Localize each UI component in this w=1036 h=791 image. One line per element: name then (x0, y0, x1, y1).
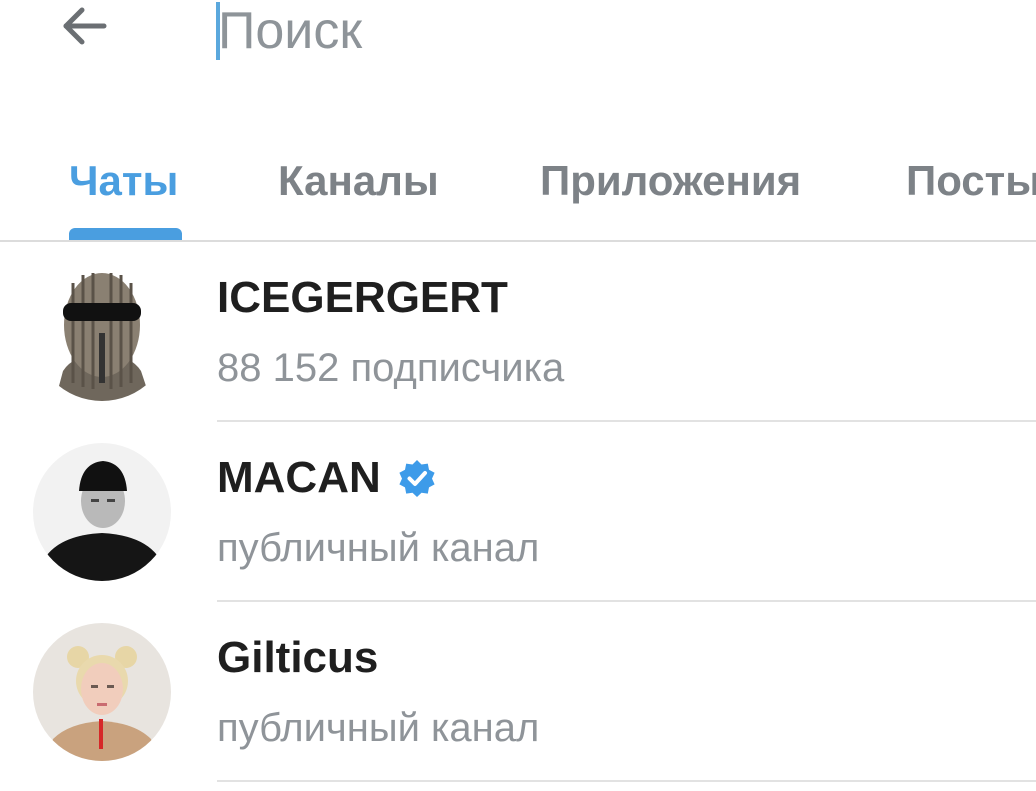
item-title-text: Gilticus (217, 633, 379, 682)
active-tab-indicator (69, 228, 182, 240)
item-title: Gilticus (217, 632, 378, 684)
tab-posts[interactable]: Посты (906, 150, 1036, 212)
search-results-list: ICEGERGERT 88 152 подписчика MACAN публи… (0, 242, 1036, 782)
text-caret (216, 2, 220, 60)
avatar (33, 623, 171, 761)
search-screen: Чаты Каналы Приложения Посты (0, 0, 1036, 791)
search-input[interactable] (216, 0, 996, 62)
item-subtitle: 88 152 подписчика (217, 346, 565, 390)
tab-chats[interactable]: Чаты (69, 150, 178, 212)
list-item[interactable]: Gilticus публичный канал (0, 602, 1036, 782)
item-subtitle: публичный канал (217, 526, 540, 570)
item-title-text: MACAN (217, 453, 381, 502)
avatar-beanie (33, 443, 171, 581)
item-divider (217, 780, 1036, 782)
avatar-balaclava (33, 263, 171, 401)
verified-badge-icon (399, 460, 435, 497)
item-title-text: ICEGERGERT (217, 273, 508, 322)
tab-apps[interactable]: Приложения (540, 150, 801, 212)
search-field[interactable] (216, 0, 996, 62)
item-subtitle: публичный канал (217, 706, 540, 750)
list-item[interactable]: ICEGERGERT 88 152 подписчика (0, 242, 1036, 422)
search-tabs: Чаты Каналы Приложения Посты (0, 128, 1036, 240)
tab-channels[interactable]: Каналы (278, 150, 439, 212)
item-title: ICEGERGERT (217, 272, 508, 324)
arrow-left-icon (63, 7, 107, 45)
avatar-blonde (33, 623, 171, 761)
avatar (33, 443, 171, 581)
back-button[interactable] (48, 0, 120, 56)
item-title: MACAN (217, 452, 437, 504)
list-item[interactable]: MACAN публичный канал (0, 422, 1036, 602)
avatar (33, 263, 171, 401)
